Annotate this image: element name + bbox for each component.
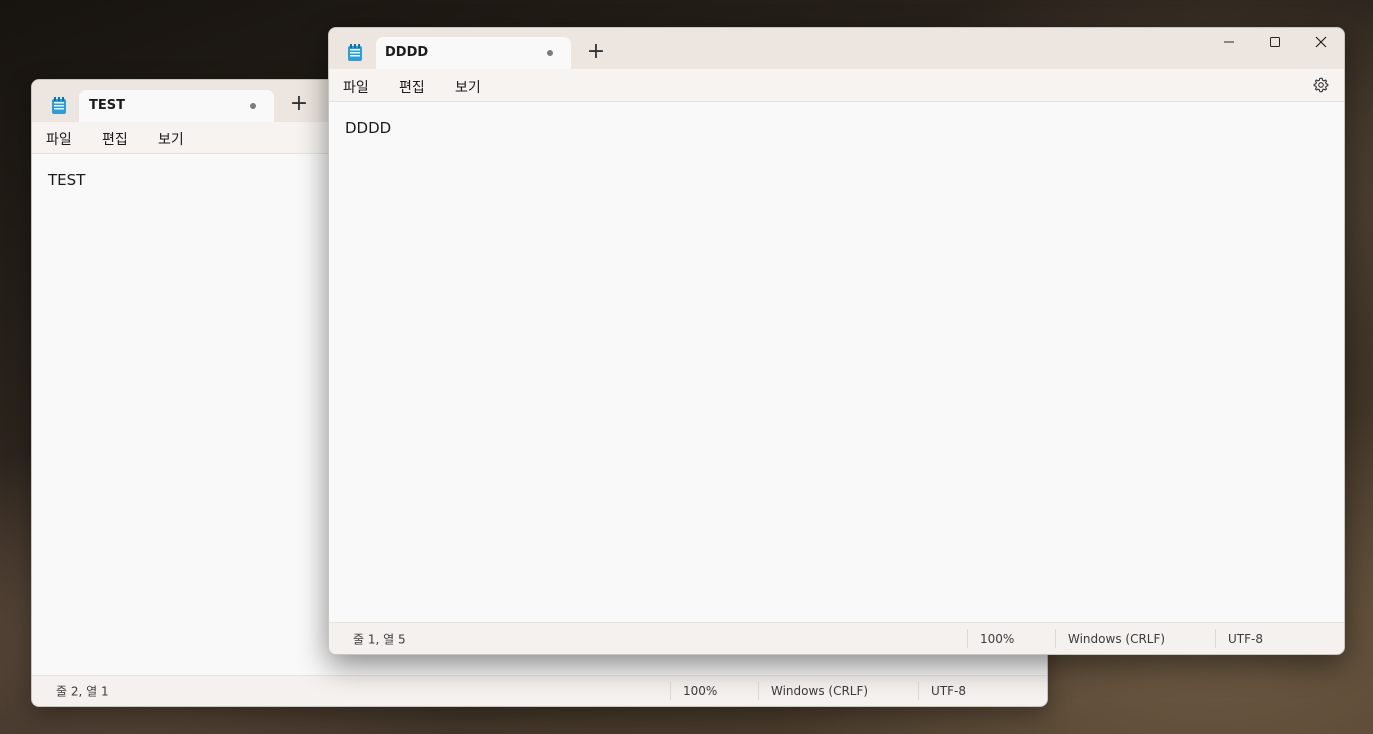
menu-bar: 파일 편집 보기 bbox=[329, 69, 1344, 102]
new-tab-plus-icon[interactable]: + bbox=[285, 90, 313, 118]
tab-dddd[interactable]: DDDD bbox=[348, 37, 571, 69]
menu-file[interactable]: 파일 bbox=[343, 77, 369, 97]
tab-title: DDDD bbox=[385, 45, 429, 60]
zoom-level: 100% bbox=[683, 684, 718, 698]
editor-content: DDDD bbox=[345, 119, 392, 137]
menu-view[interactable]: 보기 bbox=[455, 77, 481, 97]
title-bar[interactable]: DDDD + bbox=[329, 28, 1344, 69]
text-editor[interactable]: DDDD bbox=[329, 102, 1344, 623]
unsaved-dot-icon[interactable] bbox=[547, 50, 553, 56]
status-divider bbox=[918, 682, 919, 700]
cursor-position: 줄 1, 열 5 bbox=[353, 632, 406, 646]
close-icon[interactable] bbox=[1301, 28, 1341, 56]
unsaved-dot-icon[interactable] bbox=[250, 103, 256, 109]
status-divider bbox=[1215, 629, 1216, 648]
tab-test[interactable]: TEST bbox=[52, 90, 274, 122]
encoding: UTF-8 bbox=[1228, 631, 1263, 646]
notepad-window-dddd: DDDD + 파일 편집 보기 DDDD 줄 1, 열 5 100% Windo… bbox=[328, 27, 1345, 655]
status-divider bbox=[670, 682, 671, 700]
status-divider bbox=[1055, 629, 1056, 648]
menu-edit[interactable]: 편집 bbox=[102, 129, 128, 149]
tab-title: TEST bbox=[89, 98, 125, 113]
status-divider bbox=[758, 682, 759, 700]
editor-content: TEST bbox=[48, 171, 86, 189]
zoom-level: 100% bbox=[980, 631, 1015, 646]
status-divider bbox=[967, 629, 968, 648]
menu-view[interactable]: 보기 bbox=[158, 129, 184, 149]
new-tab-plus-icon[interactable]: + bbox=[582, 38, 610, 66]
line-ending: Windows (CRLF) bbox=[1068, 631, 1166, 646]
notepad-icon bbox=[51, 97, 67, 115]
encoding: UTF-8 bbox=[931, 684, 966, 698]
maximize-icon[interactable] bbox=[1255, 28, 1295, 56]
minimize-icon[interactable] bbox=[1209, 28, 1249, 56]
gear-icon[interactable] bbox=[1313, 77, 1329, 97]
menu-file[interactable]: 파일 bbox=[46, 129, 72, 149]
cursor-position: 줄 2, 열 1 bbox=[56, 684, 109, 699]
status-bar: 줄 1, 열 5 100% Windows (CRLF) UTF-8 bbox=[329, 622, 1344, 654]
notepad-icon bbox=[347, 44, 363, 62]
menu-edit[interactable]: 편집 bbox=[399, 77, 425, 97]
status-bar: 줄 2, 열 1 100% Windows (CRLF) UTF-8 bbox=[32, 675, 1047, 706]
line-ending: Windows (CRLF) bbox=[771, 684, 869, 698]
